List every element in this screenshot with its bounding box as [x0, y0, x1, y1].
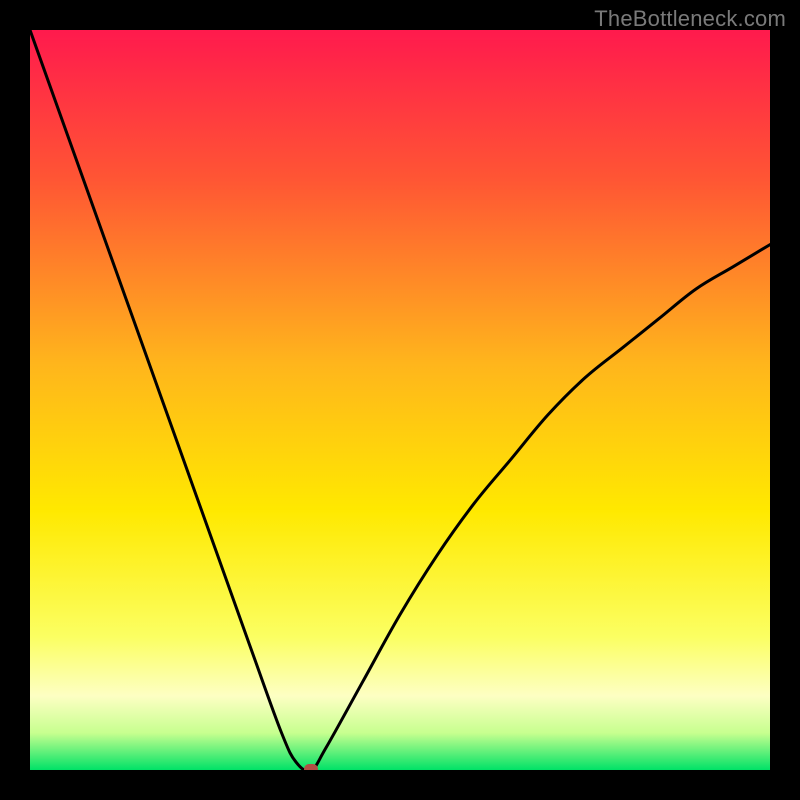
optimum-marker: [304, 764, 318, 770]
chart-frame: TheBottleneck.com: [0, 0, 800, 800]
bottleneck-curve: [30, 30, 770, 770]
watermark-text: TheBottleneck.com: [594, 6, 786, 32]
plot-area: [30, 30, 770, 770]
curve-layer: [30, 30, 770, 770]
